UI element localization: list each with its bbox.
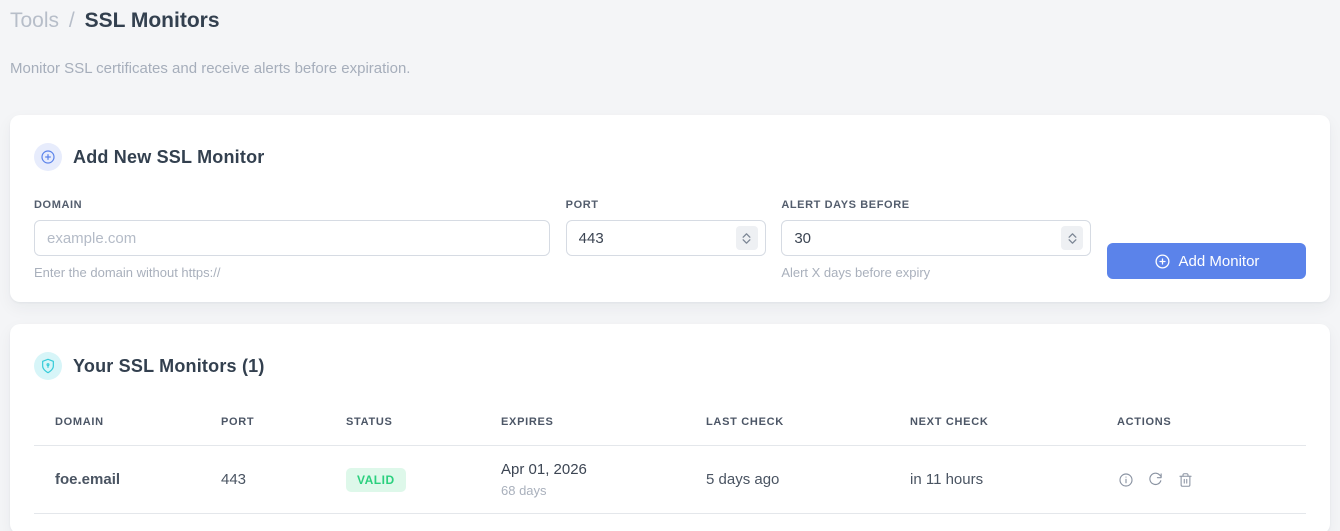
column-header-status: STATUS bbox=[336, 400, 491, 446]
monitor-domain: foe.email bbox=[34, 445, 211, 514]
plus-circle-icon bbox=[34, 143, 62, 171]
chevron-up-icon bbox=[742, 232, 751, 238]
alert-days-stepper[interactable] bbox=[1061, 226, 1084, 250]
monitor-port: 443 bbox=[211, 445, 336, 514]
column-header-next-check: NEXT CHECK bbox=[900, 400, 1107, 446]
page-title: SSL Monitors bbox=[84, 9, 220, 32]
column-header-port: PORT bbox=[211, 400, 336, 446]
chevron-up-icon bbox=[1068, 232, 1077, 238]
status-badge: VALID bbox=[346, 467, 406, 492]
add-monitor-button-label: Add Monitor bbox=[1178, 252, 1260, 270]
monitors-table-header-row: DOMAIN PORT STATUS EXPIRES LAST CHECK NE… bbox=[34, 400, 1306, 446]
refresh-button[interactable] bbox=[1147, 471, 1164, 488]
monitor-last-check: 5 days ago bbox=[696, 445, 900, 514]
add-monitor-form: DOMAIN Enter the domain without https://… bbox=[34, 199, 1306, 280]
trash-icon bbox=[1179, 472, 1192, 487]
alert-days-input[interactable] bbox=[781, 220, 1092, 256]
refresh-icon bbox=[1149, 472, 1162, 485]
add-monitor-button[interactable]: Add Monitor bbox=[1106, 243, 1306, 279]
port-stepper[interactable] bbox=[735, 226, 758, 250]
port-label: PORT bbox=[565, 199, 599, 211]
add-monitor-title: Add New SSL Monitor bbox=[73, 146, 265, 167]
info-icon bbox=[1118, 472, 1133, 487]
monitors-table: DOMAIN PORT STATUS EXPIRES LAST CHECK NE… bbox=[34, 400, 1306, 514]
add-monitor-card-header: Add New SSL Monitor bbox=[34, 143, 1306, 171]
breadcrumb-tools-link[interactable]: Tools bbox=[10, 9, 59, 32]
alert-days-label: ALERT DAYS BEFORE bbox=[781, 199, 910, 211]
monitors-card-header: Your SSL Monitors (1) bbox=[34, 352, 1306, 380]
plus-circle-icon bbox=[1155, 253, 1170, 269]
domain-field-group: DOMAIN Enter the domain without https:// bbox=[34, 199, 550, 280]
column-header-actions: ACTIONS bbox=[1107, 400, 1306, 446]
monitors-card: Your SSL Monitors (1) DOMAIN PORT STATUS… bbox=[10, 324, 1330, 531]
domain-input[interactable] bbox=[34, 220, 550, 256]
ssl-monitors-page: Tools / SSL Monitors Monitor SSL certifi… bbox=[0, 0, 1340, 531]
row-actions bbox=[1117, 471, 1296, 488]
port-field-group: PORT bbox=[565, 199, 766, 256]
shield-icon bbox=[34, 352, 62, 380]
monitor-expires-date: Apr 01, 2026 bbox=[501, 461, 587, 478]
monitor-next-check: in 11 hours bbox=[900, 445, 1107, 514]
column-header-last-check: LAST CHECK bbox=[696, 400, 900, 446]
domain-hint: Enter the domain without https:// bbox=[34, 265, 221, 280]
monitors-title: Your SSL Monitors (1) bbox=[73, 355, 265, 376]
add-monitor-card: Add New SSL Monitor DOMAIN Enter the dom… bbox=[10, 115, 1330, 302]
chevron-down-icon bbox=[742, 238, 751, 244]
info-button[interactable] bbox=[1117, 471, 1134, 488]
monitor-expires-remaining: 68 days bbox=[501, 483, 547, 498]
column-header-domain: DOMAIN bbox=[34, 400, 211, 446]
table-row: foe.email 443 VALID Apr 01, 2026 68 days… bbox=[34, 445, 1306, 514]
breadcrumb: Tools / SSL Monitors bbox=[10, 8, 1330, 34]
page-subtitle: Monitor SSL certificates and receive ale… bbox=[10, 60, 411, 77]
chevron-down-icon bbox=[1068, 238, 1077, 244]
alert-days-hint: Alert X days before expiry bbox=[781, 265, 931, 280]
column-header-expires: EXPIRES bbox=[491, 400, 696, 446]
alert-days-field-group: ALERT DAYS BEFORE Alert X days before ex… bbox=[781, 199, 1092, 280]
domain-label: DOMAIN bbox=[34, 199, 83, 211]
delete-button[interactable] bbox=[1177, 471, 1194, 488]
breadcrumb-separator: / bbox=[68, 9, 75, 32]
